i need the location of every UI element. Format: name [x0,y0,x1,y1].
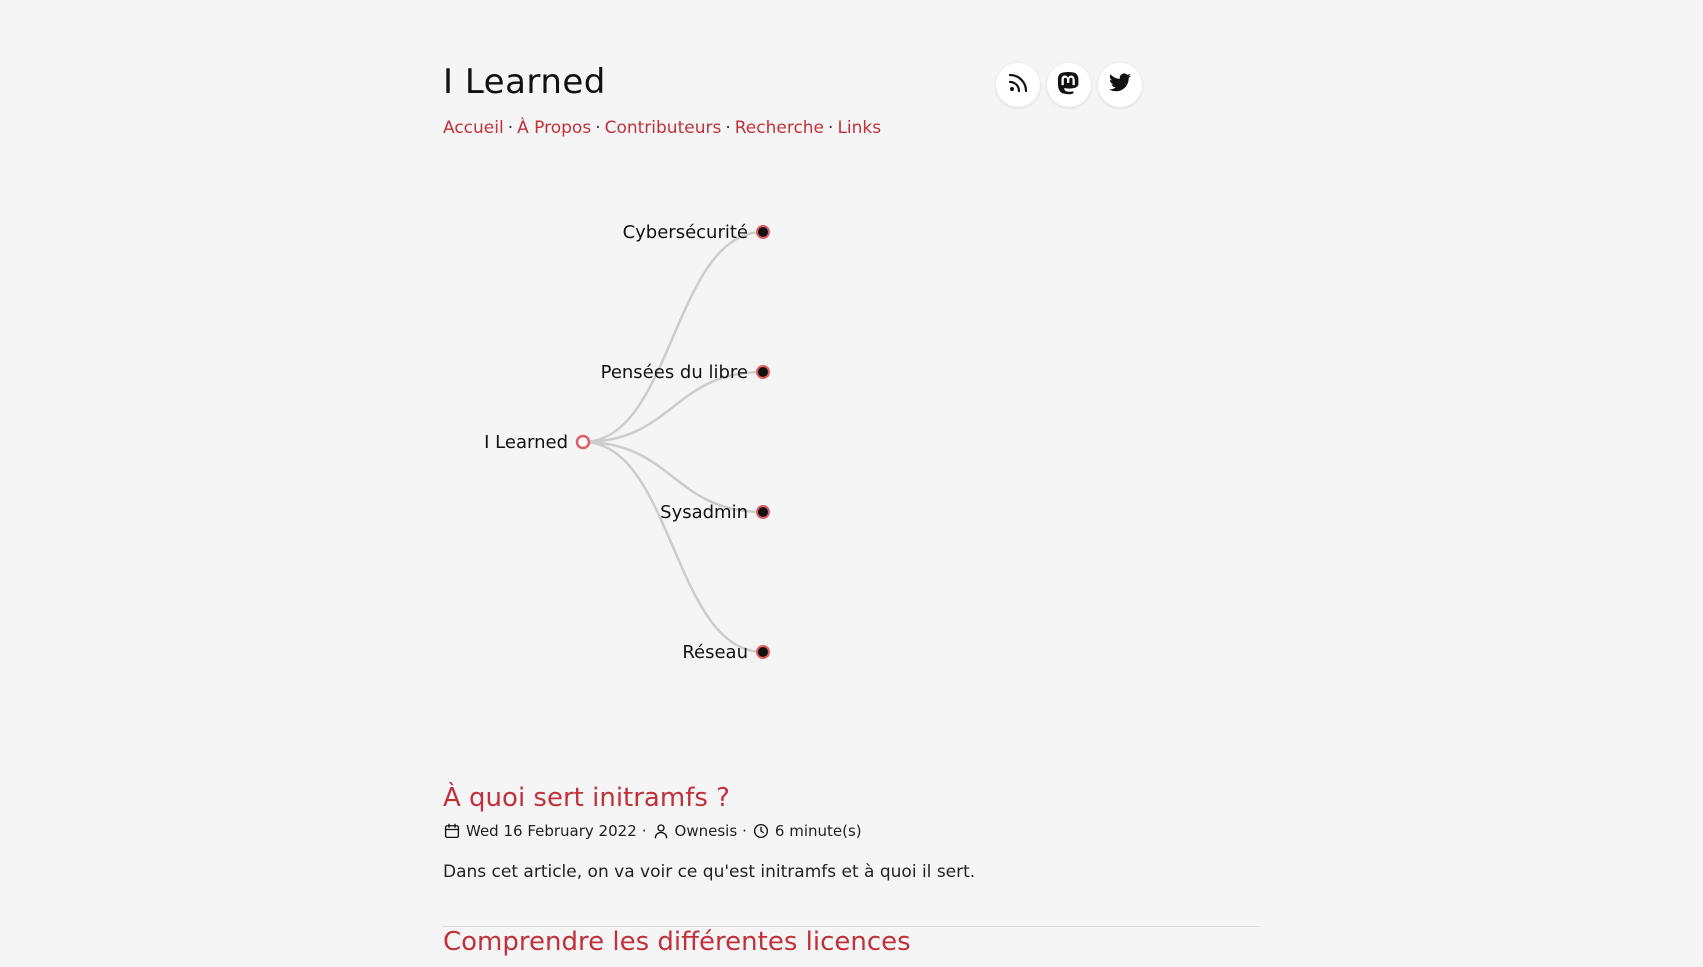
rss-icon [1006,71,1030,99]
site-title[interactable]: I Learned [443,62,606,103]
mindmap-node[interactable] [756,645,770,659]
post-meta: Wed 16 February 2022 · Ownesis · 6 minut… [443,822,1260,840]
nav-accueil[interactable]: Accueil [443,118,504,138]
rss-button[interactable] [996,63,1040,107]
mindmap-node[interactable] [756,365,770,379]
category-mindmap: Cybersécurité Pensées du libre Sysadmin Rés… [443,180,943,720]
post-item: Comprendre les différentes licences [443,927,1260,958]
mindmap-node-label[interactable]: Sysadmin [660,502,748,523]
mindmap-svg: Cybersécurité Pensées du libre Sysadmin Rés… [484,222,770,663]
mindmap-node-label[interactable]: Réseau [682,642,748,663]
social-links [996,63,1142,107]
meta-separator: · [641,822,647,841]
mindmap-root-node[interactable] [575,434,591,450]
user-icon [652,822,670,840]
meta-separator: · [742,822,747,841]
post-author: Ownesis [674,822,738,841]
post-item: À quoi sert initramfs ? Wed 16 February … [443,783,1260,882]
nav-recherche[interactable]: Recherche [735,118,824,138]
nav-a-propos[interactable]: À Propos [517,118,591,138]
twitter-button[interactable] [1098,63,1142,107]
nav-separator: · [595,118,601,138]
post-excerpt: Dans cet article, on va voir ce qu'est i… [443,862,976,883]
mindmap-link [582,440,764,654]
mindmap-node-label[interactable]: Pensées du libre [601,362,748,383]
calendar-icon [443,822,461,840]
nav-separator: · [828,118,834,138]
mindmap-node[interactable] [756,225,770,239]
post-title[interactable]: À quoi sert initramfs ? [443,783,1260,814]
mindmap-node[interactable] [756,505,770,519]
post-date: Wed 16 February 2022 [466,822,637,841]
mindmap-root-label[interactable]: I Learned [484,432,568,453]
nav-contributeurs[interactable]: Contributeurs [605,118,722,138]
main-nav: Accueil · À Propos · Contributeurs · Recherche… [443,118,881,138]
page-container: I Learned Accueil · À Propos · Contributeurs… [443,0,1260,967]
mindmap-node-label[interactable]: Cybersécurité [623,222,748,243]
twitter-icon [1108,71,1132,99]
mindmap-link [582,230,764,444]
mastodon-icon [1057,71,1081,99]
nav-separator: · [507,118,514,138]
post-reading-time: 6 minute(s) [774,822,862,841]
mastodon-button[interactable] [1047,63,1091,107]
nav-separator: · [725,118,731,138]
clock-icon [752,822,770,840]
nav-links[interactable]: Links [837,118,881,138]
post-title[interactable]: Comprendre les différentes licences [443,927,1260,958]
